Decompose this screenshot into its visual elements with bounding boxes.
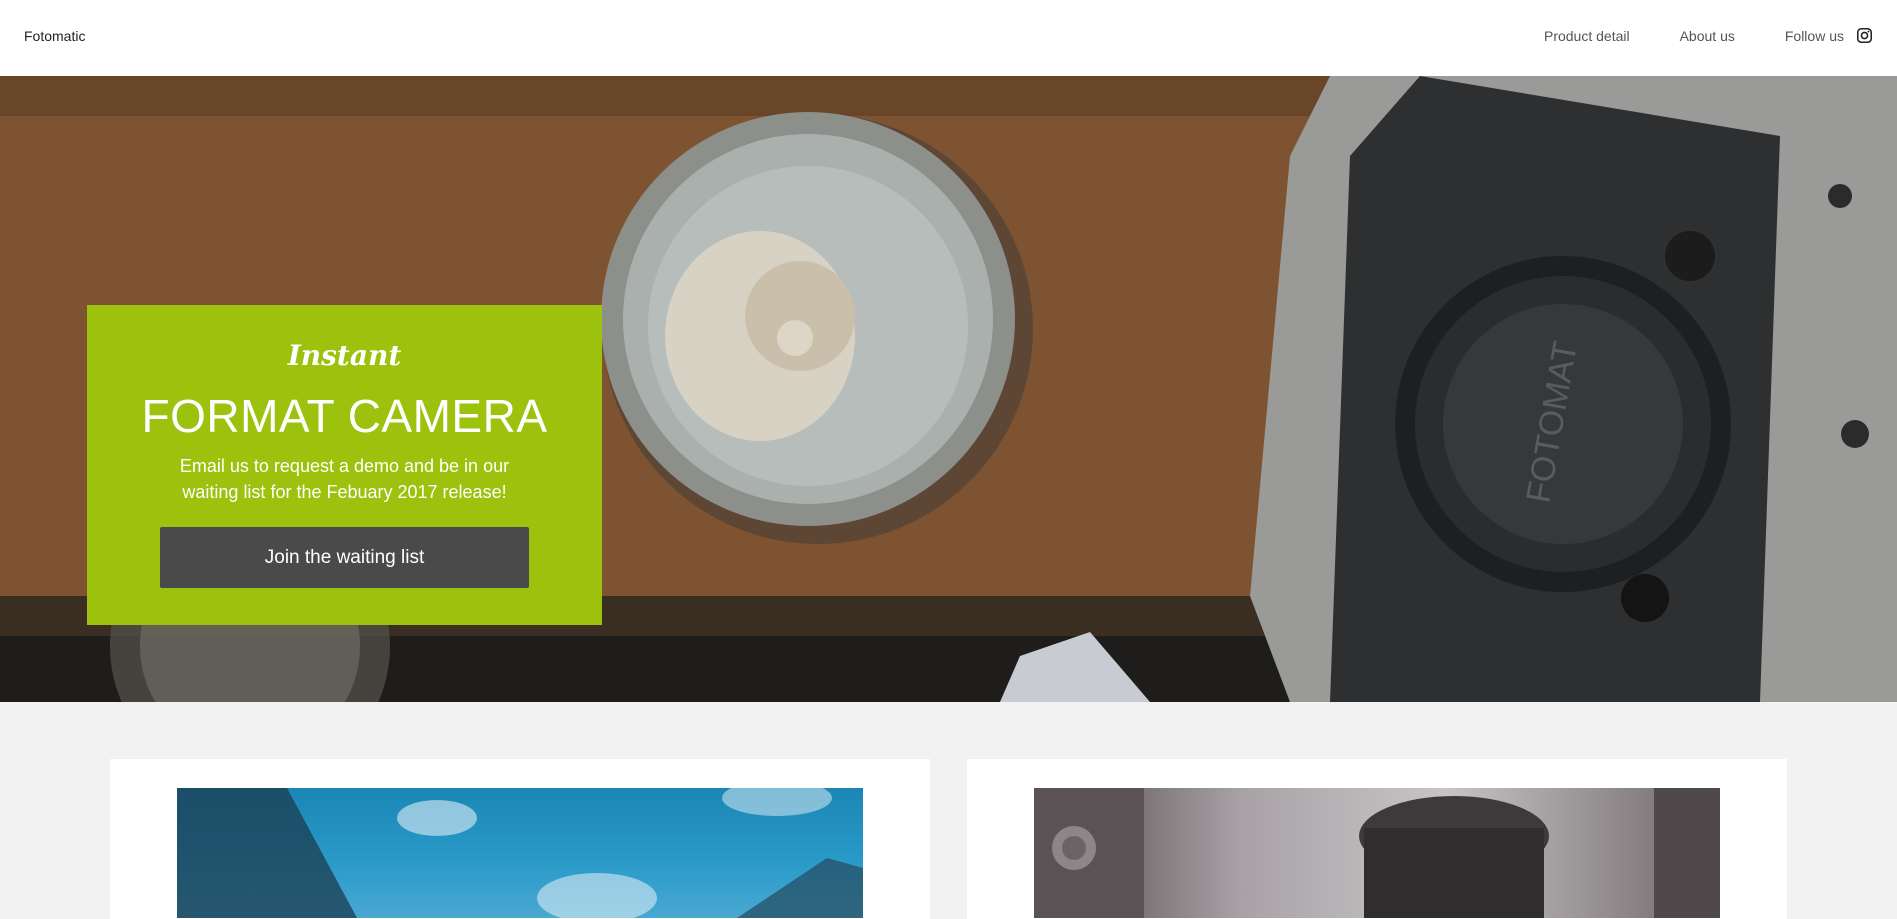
promo-box: Instant FORMAT CAMERA Email us to reques…	[87, 305, 602, 625]
nav-link-about-us[interactable]: About us	[1680, 28, 1735, 44]
camera-detail-image	[1034, 788, 1720, 918]
blue-sky-mountain-photo	[177, 788, 863, 918]
instagram-icon[interactable]	[1856, 27, 1873, 44]
top-navbar: Fotomatic Product detail About us Follow…	[0, 0, 1897, 76]
nav-link-follow-us[interactable]: Follow us	[1785, 28, 1844, 44]
feature-card	[110, 759, 930, 919]
sky-image	[177, 788, 863, 918]
join-waiting-list-button[interactable]: Join the waiting list	[160, 527, 529, 588]
follow-us[interactable]: Follow us	[1785, 27, 1873, 44]
feature-card	[967, 759, 1787, 919]
nav-link-product-detail[interactable]: Product detail	[1544, 28, 1630, 44]
promo-script-heading: Instant	[287, 339, 402, 372]
brand-logo-text[interactable]: Fotomatic	[24, 28, 85, 44]
hero-banner: FOTOMAT Instant FORMAT CAMERA Email us t…	[0, 76, 1897, 702]
promo-title: FORMAT CAMERA	[141, 390, 548, 442]
promo-description: Email us to request a demo and be in our…	[179, 456, 510, 502]
main-nav: Product detail About us Follow us	[1494, 27, 1873, 44]
camera-closeup-photo	[1034, 788, 1720, 918]
